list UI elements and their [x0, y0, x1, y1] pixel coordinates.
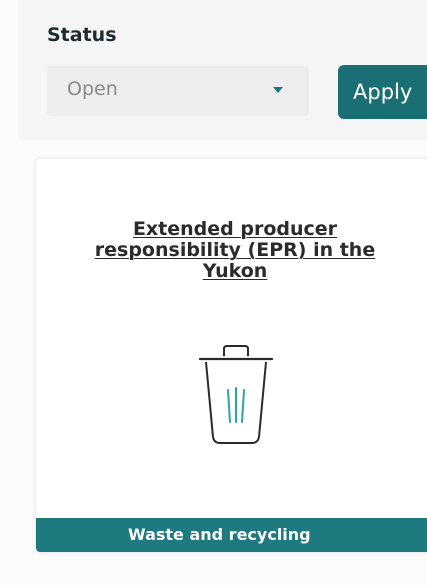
topic-card: Extended producer responsibility (EPR) i…: [36, 159, 427, 552]
status-select-value: Open: [67, 78, 118, 100]
card-title-line: responsibility (EPR) in the: [94, 239, 376, 261]
category-label: Waste and recycling: [128, 525, 311, 544]
page: Status Open Apply Extended producer resp…: [0, 0, 427, 585]
caret-down-icon: [273, 87, 283, 93]
category-badge: Waste and recycling: [36, 518, 427, 552]
status-select[interactable]: Open: [47, 66, 309, 116]
card-title-line: Yukon: [202, 260, 268, 282]
card-title-link[interactable]: Extended producer responsibility (EPR) i…: [40, 219, 427, 282]
trash-can-icon: [198, 345, 274, 444]
card-title-line: Extended producer: [132, 218, 338, 240]
apply-button[interactable]: Apply: [338, 65, 427, 119]
status-filter-label: Status: [47, 24, 117, 46]
